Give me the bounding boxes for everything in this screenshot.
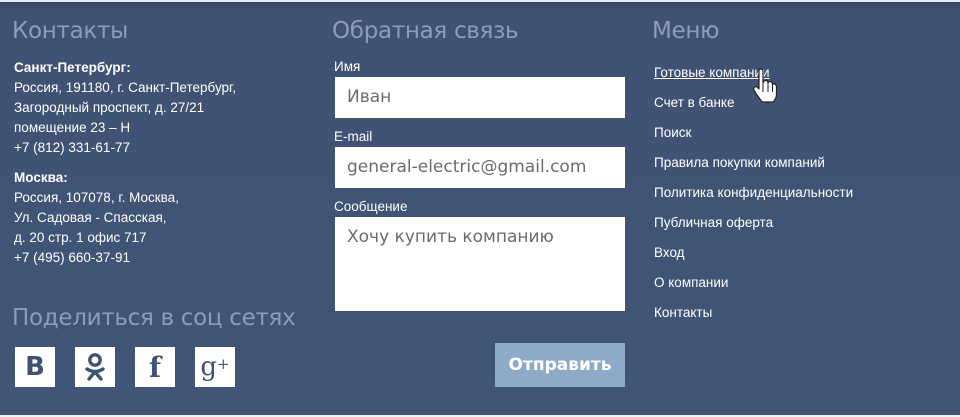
facebook-icon[interactable]: f <box>135 347 175 387</box>
google-plus-sup: + <box>217 355 230 373</box>
menu-link-purchase-rules[interactable]: Правила покупки компаний <box>654 155 825 170</box>
name-input[interactable]: Иван <box>335 77 625 118</box>
contacts-heading: Контакты <box>12 18 128 44</box>
message-label: Сообщение <box>334 199 408 214</box>
message-textarea[interactable]: Хочу купить компанию <box>335 217 625 311</box>
menu-heading: Меню <box>652 18 720 44</box>
contact-line: Загородный проспект, д. 27/21 <box>14 100 205 115</box>
menu-item: Поиск <box>654 122 853 152</box>
contact-city-spb: Санкт-Петербург: <box>14 60 131 75</box>
contact-phone: +7 (495) 660-37-91 <box>14 250 130 265</box>
feedback-heading: Обратная связь <box>332 18 519 44</box>
menu-link-search[interactable]: Поиск <box>654 125 691 140</box>
menu-link-privacy-policy[interactable]: Политика конфиденциальности <box>654 185 853 200</box>
menu-item: Вход <box>654 242 853 272</box>
menu-link-bank-account[interactable]: Счет в банке <box>654 95 735 110</box>
odnoklassniki-icon[interactable] <box>75 347 115 387</box>
contact-line: д. 20 стр. 1 офис 717 <box>14 230 147 245</box>
vk-icon[interactable]: B <box>15 347 55 387</box>
menu-item: О компании <box>654 272 853 302</box>
menu-link-public-offer[interactable]: Публичная оферта <box>654 215 773 230</box>
google-plus-glyph: g <box>200 352 218 382</box>
email-label: E-mail <box>334 129 373 144</box>
contact-city-moscow: Москва: <box>14 170 68 185</box>
menu-link-about[interactable]: О компании <box>654 275 728 290</box>
site-footer: Контакты Санкт-Петербург: Россия, 191180… <box>0 0 960 417</box>
contact-phone: +7 (812) 331-61-77 <box>14 140 130 155</box>
menu-item: Правила покупки компаний <box>654 152 853 182</box>
menu-item: Публичная оферта <box>654 212 853 242</box>
contact-moscow: Москва: Россия, 107078, г. Москва, Ул. С… <box>14 168 179 268</box>
submit-button[interactable]: Отправить <box>495 343 625 387</box>
email-input[interactable]: general-electric@gmail.com <box>335 147 625 188</box>
google-plus-icon[interactable]: g + <box>195 347 235 387</box>
contact-line: Ул. Садовая - Спасская, <box>14 210 167 225</box>
name-label: Имя <box>334 59 361 74</box>
menu-link-contacts[interactable]: Контакты <box>654 305 712 320</box>
hand-cursor-icon <box>753 68 778 103</box>
menu-link-login[interactable]: Вход <box>654 245 685 260</box>
contact-line: Россия, 107078, г. Москва, <box>14 190 179 205</box>
contact-line: Россия, 191180, г. Санкт-Петербург, <box>14 80 237 95</box>
share-heading: Поделиться в соц сетях <box>12 305 296 331</box>
menu-item: Политика конфиденциальности <box>654 182 853 212</box>
menu-item: Контакты <box>654 302 853 332</box>
contact-line: помещение 23 – Н <box>14 120 131 135</box>
contact-spb: Санкт-Петербург: Россия, 191180, г. Санк… <box>14 58 236 158</box>
